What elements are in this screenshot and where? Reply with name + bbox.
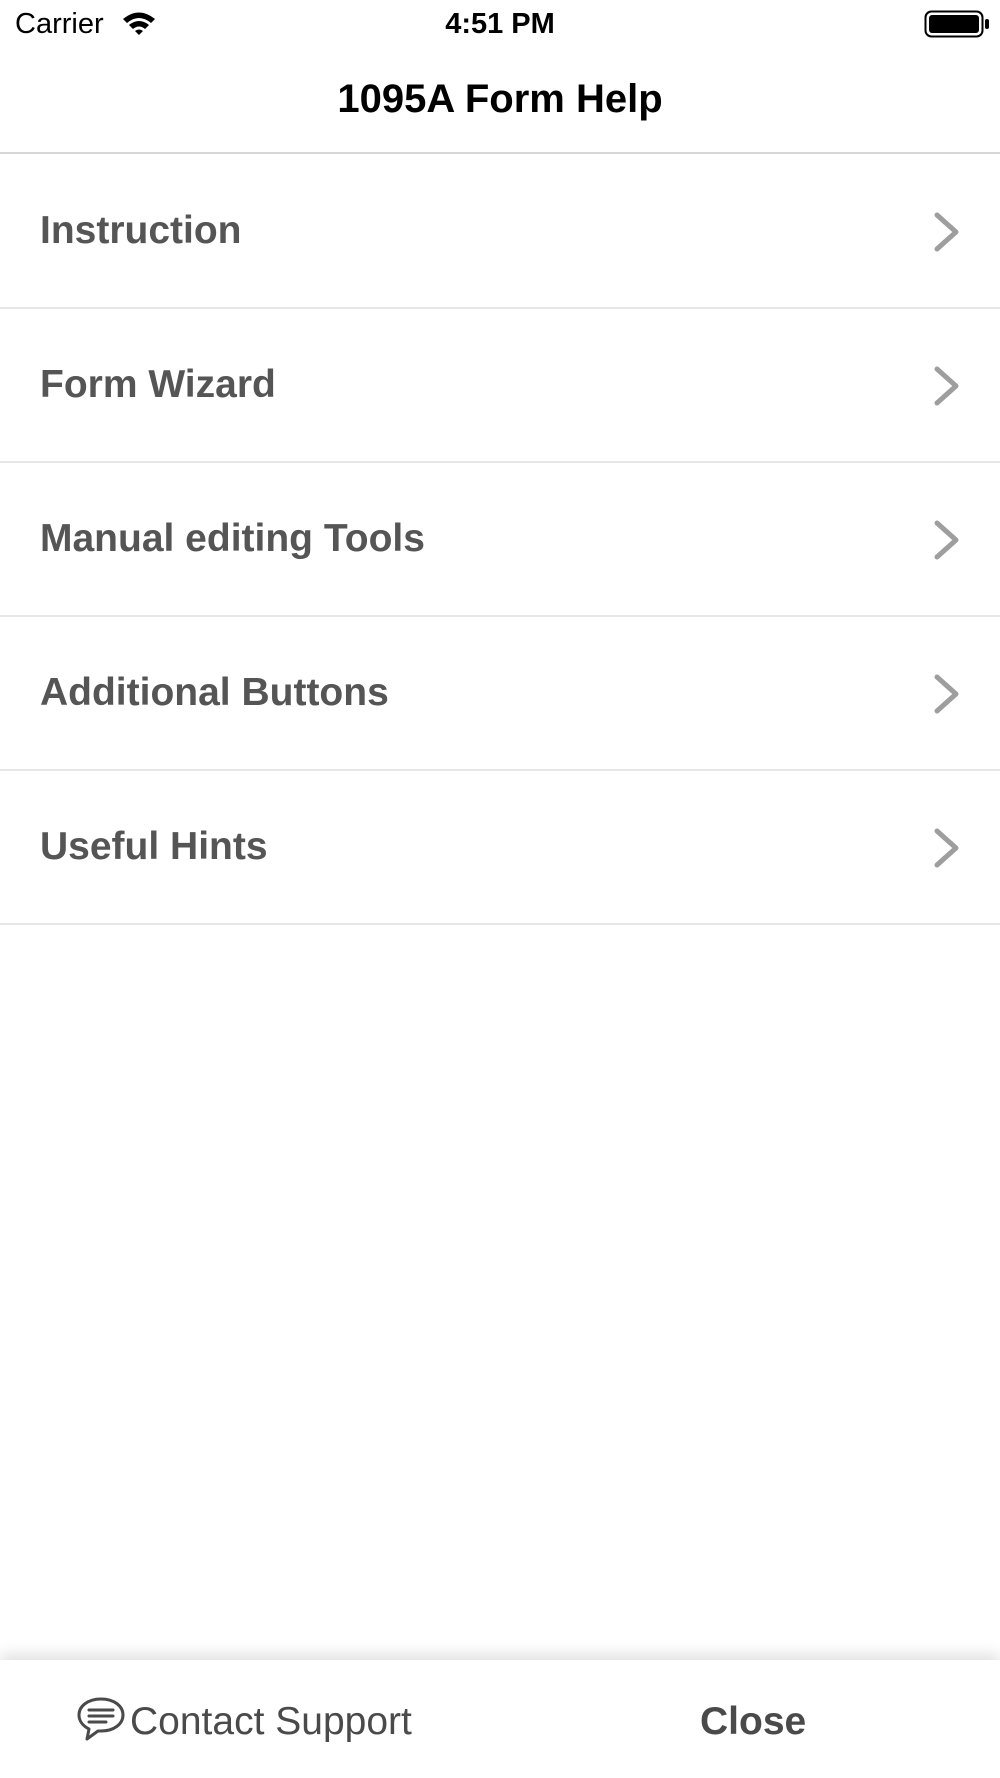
chat-bubble-icon bbox=[76, 1696, 126, 1742]
menu-item-manual-editing-tools[interactable]: Manual editing Tools bbox=[0, 463, 1000, 617]
chevron-right-icon bbox=[932, 519, 962, 561]
status-bar: Carrier 4:51 PM bbox=[0, 0, 1000, 50]
chevron-right-icon bbox=[932, 211, 962, 253]
menu-item-label: Additional Buttons bbox=[40, 671, 389, 714]
bottom-toolbar: Contact Support Close bbox=[0, 1660, 1000, 1778]
page-title: 1095A Form Help bbox=[337, 77, 663, 121]
menu-item-label: Instruction bbox=[40, 209, 242, 252]
help-menu-list: Instruction Form Wizard Manual editing T… bbox=[0, 155, 1000, 925]
menu-item-useful-hints[interactable]: Useful Hints bbox=[0, 771, 1000, 925]
status-time: 4:51 PM bbox=[445, 8, 555, 40]
menu-item-additional-buttons[interactable]: Additional Buttons bbox=[0, 617, 1000, 771]
menu-item-label: Manual editing Tools bbox=[40, 517, 425, 560]
navigation-bar: 1095A Form Help bbox=[0, 50, 1000, 154]
battery-icon bbox=[924, 10, 990, 38]
menu-item-label: Form Wizard bbox=[40, 363, 276, 406]
contact-support-label: Contact Support bbox=[130, 1700, 412, 1743]
menu-item-form-wizard[interactable]: Form Wizard bbox=[0, 309, 1000, 463]
chevron-right-icon bbox=[932, 673, 962, 715]
chevron-right-icon bbox=[932, 365, 962, 407]
menu-item-label: Useful Hints bbox=[40, 825, 268, 868]
menu-item-instruction[interactable]: Instruction bbox=[0, 155, 1000, 309]
close-button[interactable]: Close bbox=[700, 1700, 806, 1744]
chevron-right-icon bbox=[932, 827, 962, 869]
